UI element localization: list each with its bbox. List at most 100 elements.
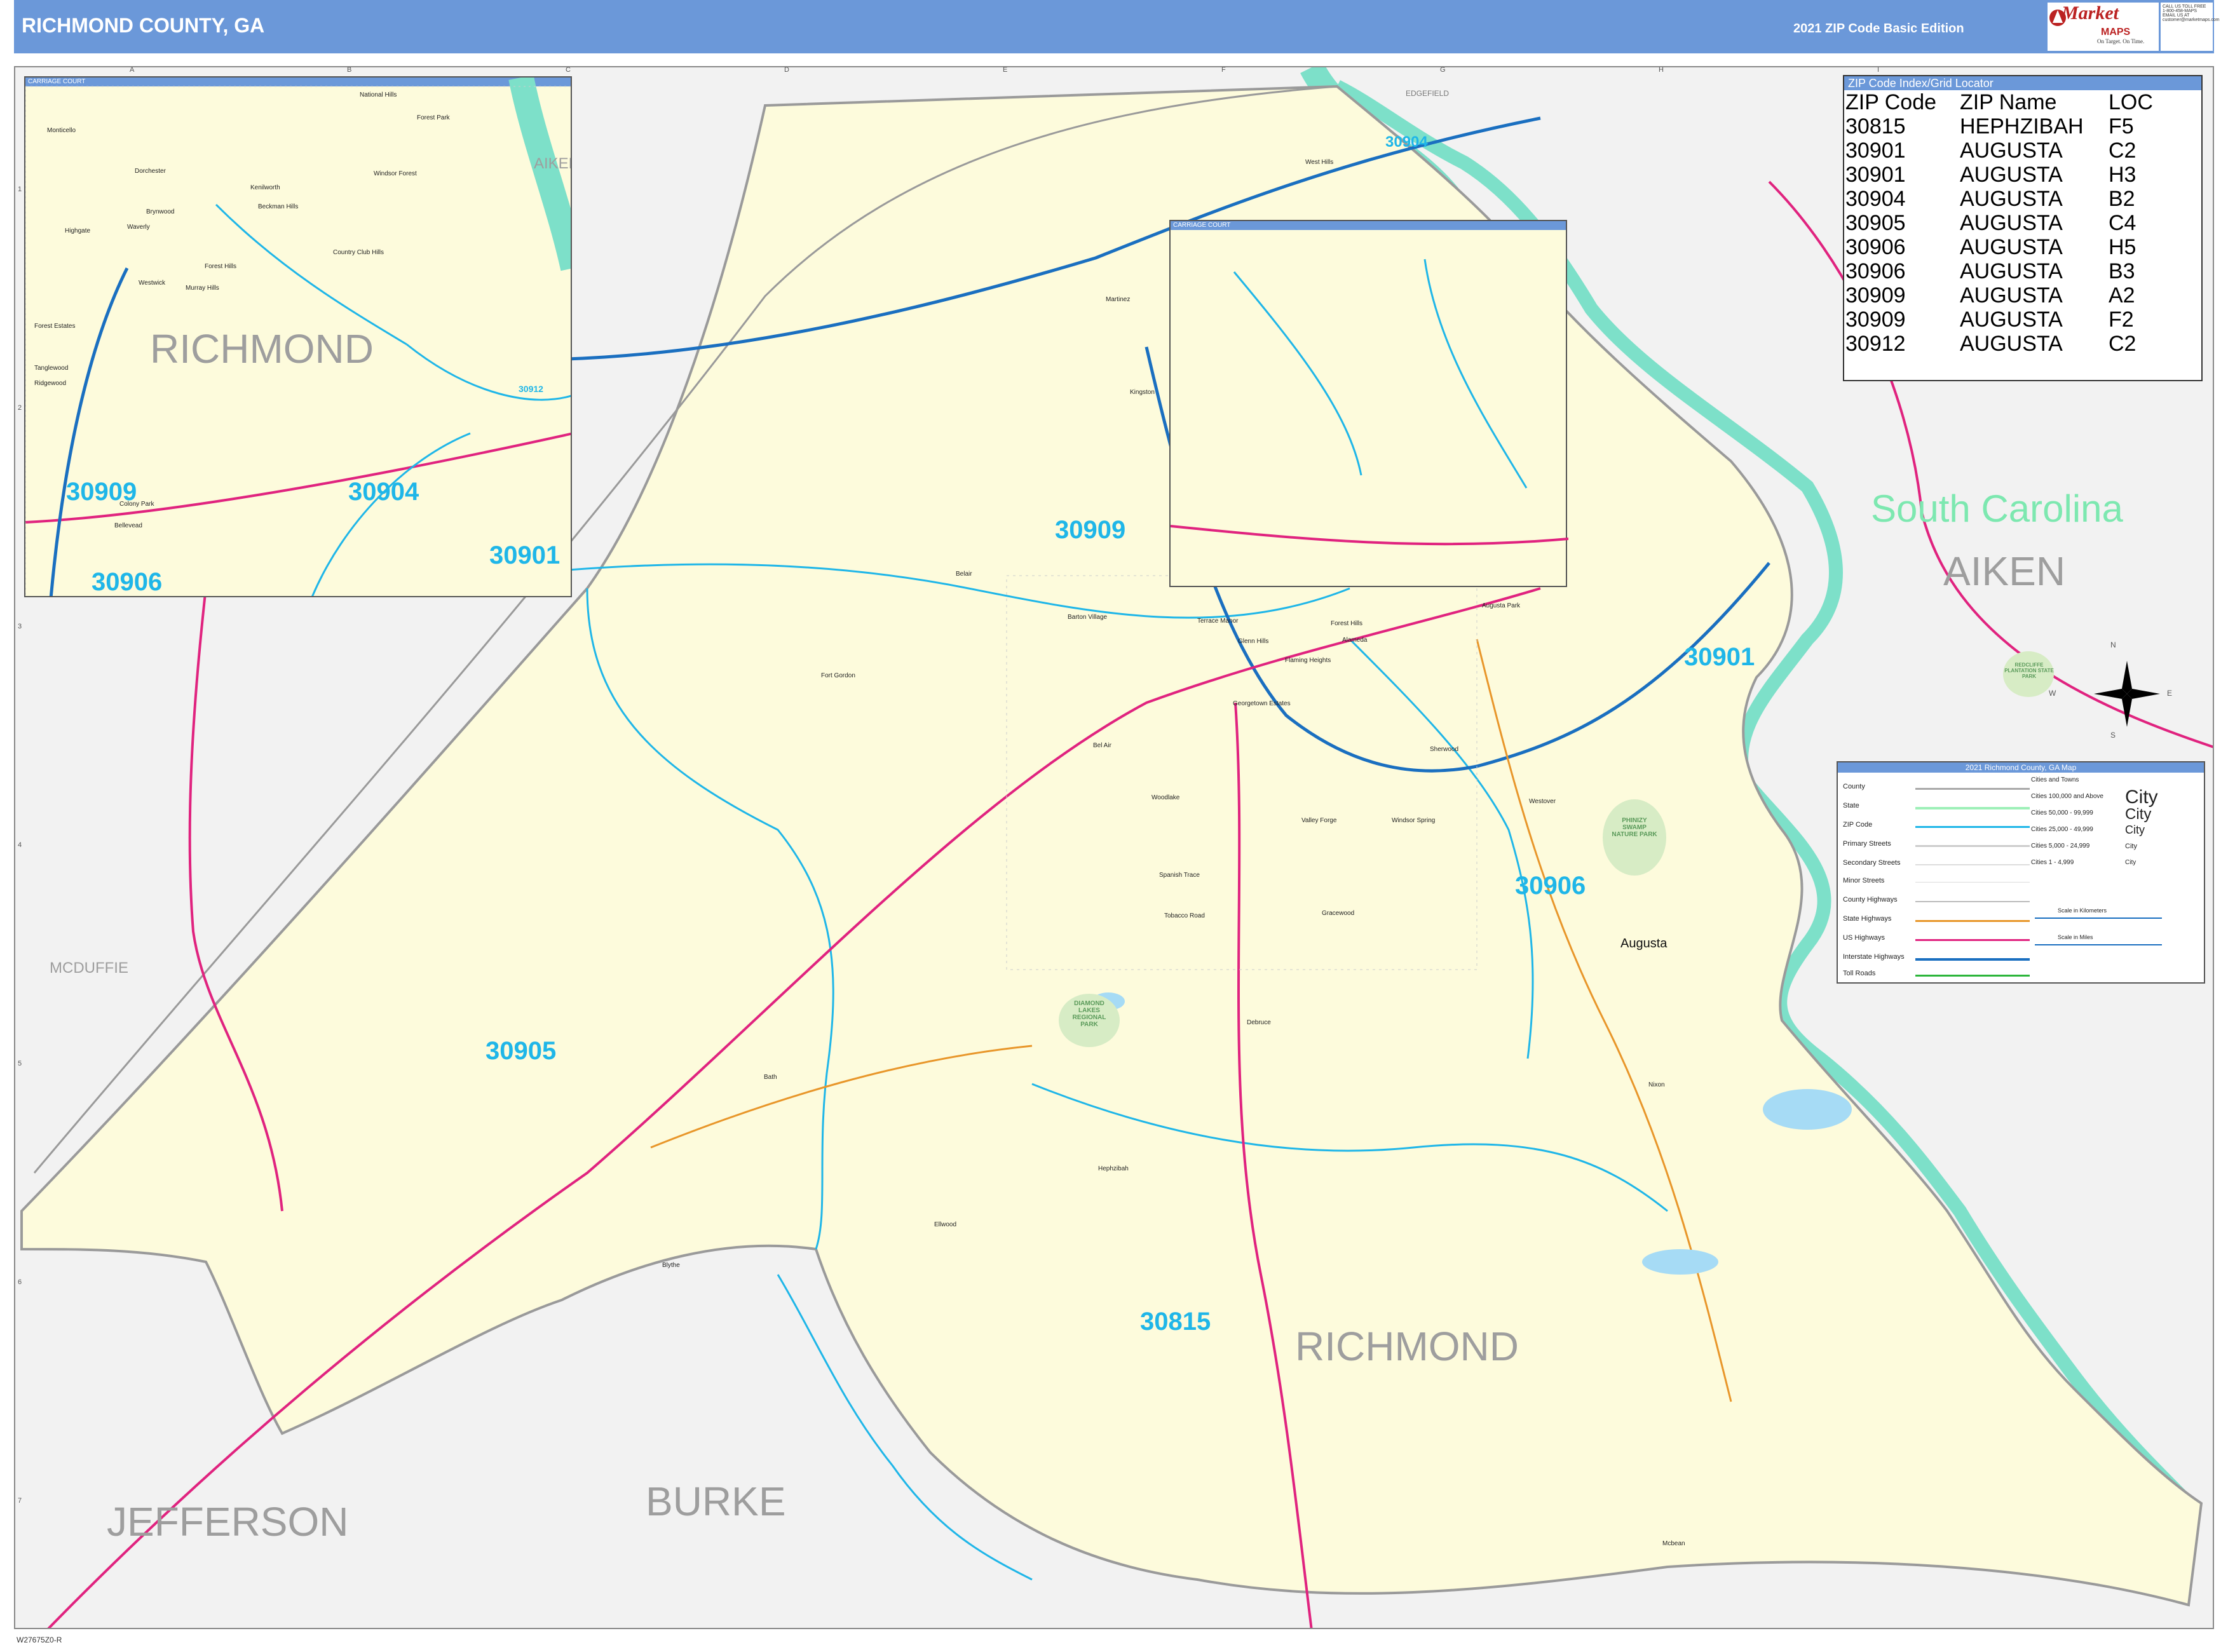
inset-place: Bellevead [114, 522, 142, 529]
place-label: Terrace Manor [1197, 618, 1239, 625]
legend-swatch-primary [1915, 845, 2030, 847]
grid-row-4: 4 [18, 841, 22, 849]
zip-cell: 30909 [1845, 308, 1906, 332]
place-label: Martinez [1106, 296, 1131, 303]
legend-item-state-hwy: State Highways [1843, 915, 1892, 923]
city-label-augusta: Augusta [1620, 937, 1668, 951]
legend-city-sample: City [2125, 787, 2158, 808]
legend-scale-km-bar [2035, 917, 2162, 919]
table-row: 30815 HEPHZIBAH F5 [1845, 114, 2153, 139]
table-row: 30912 AUGUSTA C2 [1845, 332, 2153, 356]
place-label: Bath [764, 1074, 777, 1081]
place-label: Forest Hills [1331, 620, 1363, 627]
inset-place: Country Club Hills [333, 249, 384, 256]
place-label: Westover [1529, 798, 1556, 805]
zip-name-cell: AUGUSTA [1960, 283, 2063, 308]
table-row: 30909 AUGUSTA F2 [1845, 308, 2153, 332]
park-label-diamond-lakes: DIAMOND LAKES REGIONAL PARK [1072, 1000, 1106, 1028]
legend-swatch-state-hwy [1915, 920, 2030, 922]
zip-index-col-header: ZIP Code [1845, 90, 1937, 114]
inset-place: Tanglewood [34, 365, 69, 372]
inset-place: Westwick [139, 280, 166, 287]
zip-name-cell: AUGUSTA [1960, 235, 2063, 259]
place-label: Blythe [662, 1262, 680, 1269]
zip-label-30905: 30905 [486, 1037, 557, 1065]
legend-city-sample: City [2125, 823, 2145, 836]
zip-name-cell: AUGUSTA [1960, 332, 2063, 356]
county-label-edgefield: EDGEFIELD [1406, 89, 1450, 98]
place-label: Nixon [1648, 1081, 1665, 1088]
inset-zip-30904: 30904 [348, 478, 419, 506]
loc-cell: B2 [2109, 187, 2135, 211]
grid-row-7: 7 [18, 1497, 22, 1505]
zip-index-table: ZIP Code ZIP Name LOC 30815 HEPHZIBAH F5 3… [1845, 90, 2153, 356]
zip-name-cell: HEPHZIBAH [1960, 114, 2084, 139]
zip-cell: 30815 [1845, 114, 1906, 139]
footer-code: W27675Z0-R [17, 1635, 62, 1644]
zip-cell: 30909 [1845, 283, 1906, 308]
loc-cell: F2 [2109, 308, 2134, 332]
inset-map-left[interactable]: CARRIAGE COURT RICHMOND AIKEN 30909 3090… [24, 76, 572, 597]
place-label: Belair [956, 571, 972, 578]
place-label: Ellwood [934, 1221, 957, 1228]
legend-item-interstate: Interstate Highways [1843, 953, 1905, 961]
county-label-burke: BURKE [646, 1479, 786, 1524]
inset-place: Kenilworth [250, 184, 280, 191]
legend-item-zip: ZIP Code [1843, 821, 1873, 829]
inset-map-right[interactable]: CARRIAGE COURT [1169, 220, 1568, 587]
grid-col-b: B [347, 66, 352, 74]
inset-place: Beckman Hills [258, 203, 299, 210]
place-label: Fort Gordon [821, 672, 855, 679]
table-row: 30904 AUGUSTA B2 [1845, 187, 2153, 211]
legend-scale-mi: Scale in Miles [2058, 934, 2093, 940]
legend-city-sample: City [2125, 859, 2136, 866]
legend-swatch-interstate [1915, 958, 2030, 961]
inset-place: Ridgewood [34, 380, 67, 387]
place-label: Bel Air [1093, 742, 1111, 749]
zip-cell: 30906 [1845, 235, 1906, 259]
table-row: 30905 AUGUSTA C4 [1845, 211, 2153, 235]
zip-index-header-row: ZIP Code ZIP Name LOC [1845, 90, 2153, 114]
grid-col-i: I [1877, 66, 1880, 74]
zip-label-30904: 30904 [1385, 133, 1428, 151]
zip-name-cell: AUGUSTA [1960, 187, 2063, 211]
loc-cell: F5 [2109, 114, 2134, 139]
legend-scale-km: Scale in Kilometers [2058, 907, 2107, 914]
county-label-mcduffie: MCDUFFIE [50, 959, 128, 977]
loc-cell: C2 [2109, 139, 2136, 163]
loc-cell: B3 [2109, 259, 2135, 283]
legend-swatch-county-hwy [1915, 901, 2030, 902]
zip-cell: 30905 [1845, 211, 1906, 235]
logo-tagline: On Target. On Time. [2097, 38, 2145, 44]
place-label: Georgetown Estates [1233, 700, 1291, 707]
place-label: Glenn Hills [1238, 638, 1269, 645]
map-title: RICHMOND COUNTY, GA [22, 14, 265, 37]
inset-place: Dorchester [135, 168, 166, 175]
legend-cities-title: Cities and Towns [2031, 776, 2079, 783]
compass-e: E [2167, 689, 2173, 698]
loc-cell: C2 [2109, 332, 2136, 356]
legend-swatch-minor [1915, 882, 2030, 883]
legend-title: 2021 Richmond County, GA Map [1838, 762, 2204, 773]
legend-city-class: Cities 50,000 - 99,999 [2031, 809, 2093, 816]
inset-place: Windsor Forest [374, 170, 417, 177]
place-label: Barton Village [1068, 614, 1108, 621]
inset-place: Waverly [127, 224, 150, 231]
legend-city-class: Cities 100,000 and Above [2031, 793, 2103, 800]
table-row: 30906 AUGUSTA H5 [1845, 235, 2153, 259]
grid-col-f: F [1221, 66, 1226, 74]
county-label-aiken: AIKEN [1943, 548, 2066, 594]
inset-place: Brynwood [146, 208, 175, 215]
zip-code-index: ZIP Code Index/Grid Locator ZIP Code ZIP… [1843, 75, 2203, 381]
grid-row-6: 6 [18, 1278, 22, 1286]
legend-city-sample: City [2125, 806, 2152, 823]
place-label: Hephzibah [1098, 1165, 1129, 1172]
compass-w: W [2049, 689, 2056, 698]
grid-col-d: D [784, 66, 789, 74]
inset-place: Colony Park [119, 501, 154, 508]
grid-row-3: 3 [18, 623, 22, 630]
table-row: 30906 AUGUSTA B3 [1845, 259, 2153, 283]
zip-name-cell: AUGUSTA [1960, 163, 2063, 187]
legend-swatch-county [1915, 788, 2030, 790]
legend-item-minor: Minor Streets [1843, 877, 1885, 884]
